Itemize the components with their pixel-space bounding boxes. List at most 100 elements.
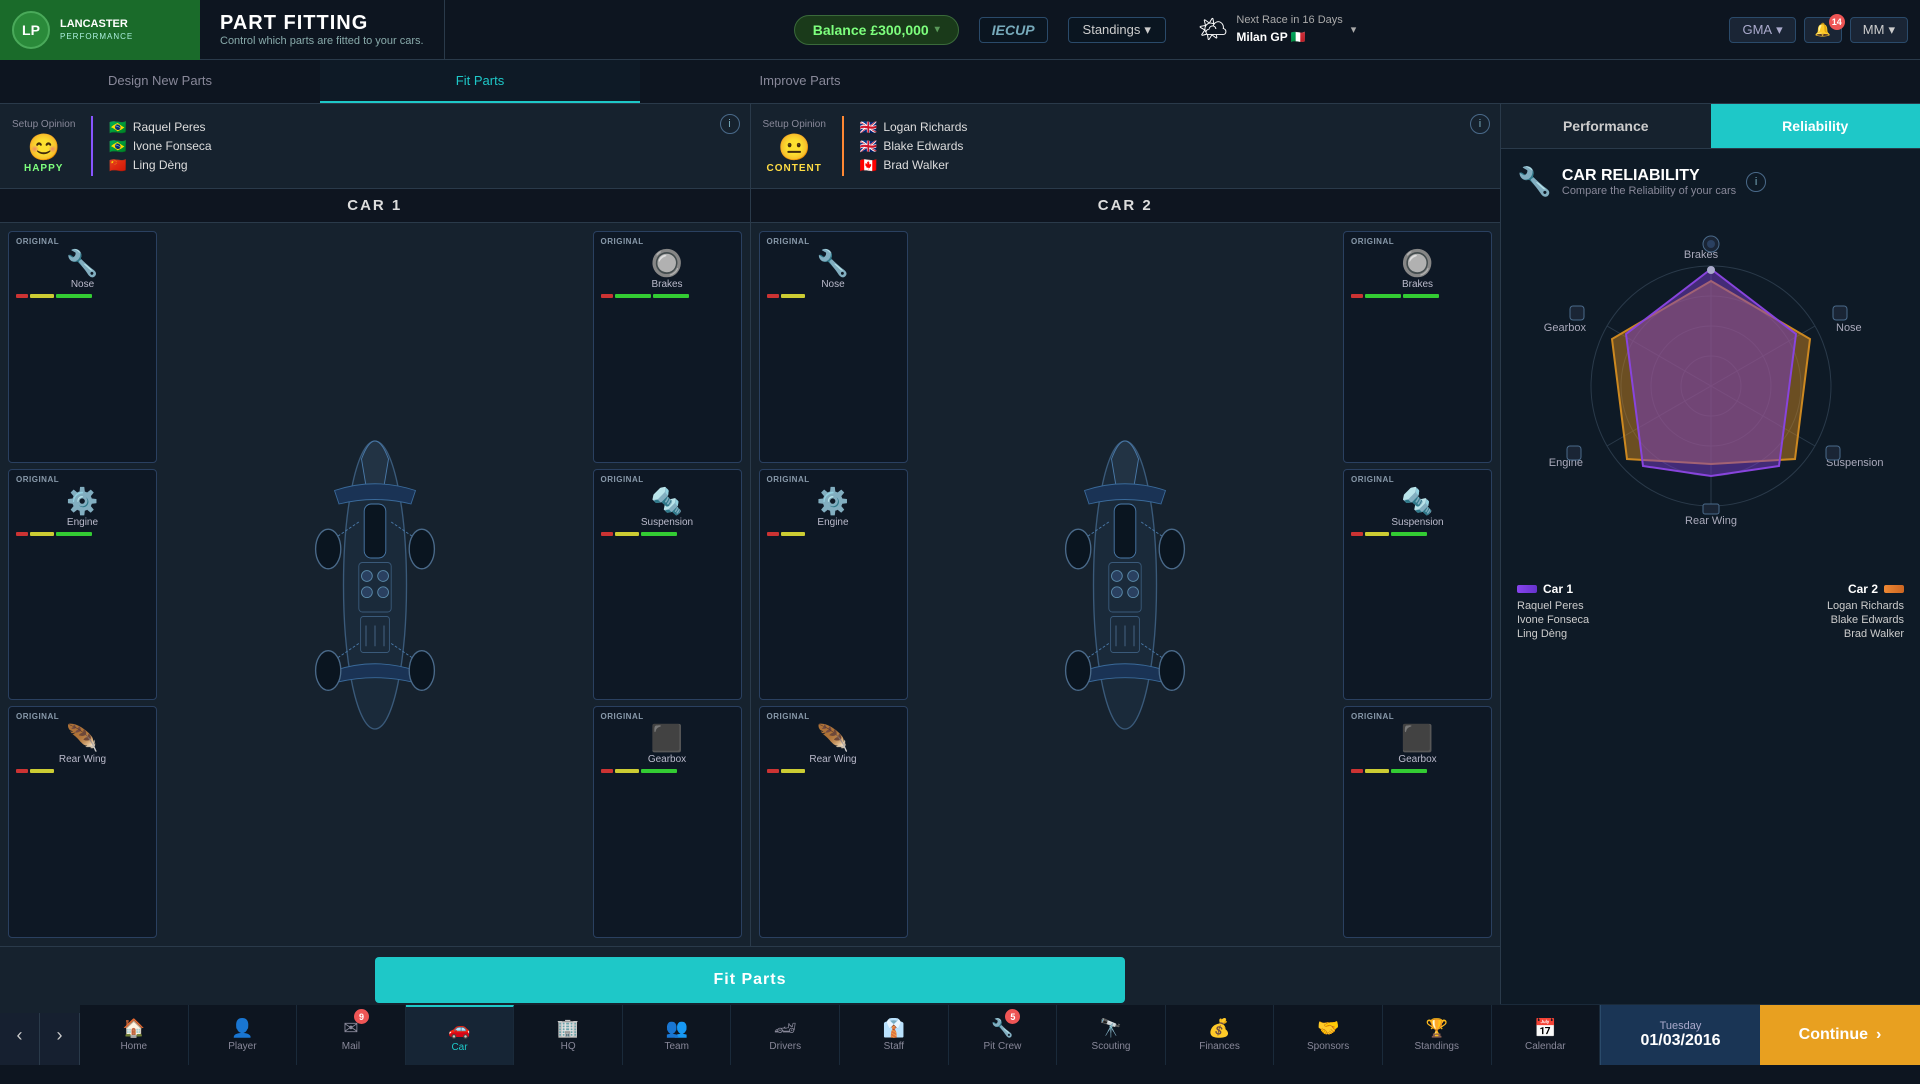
car2-brakes-card[interactable]: ORIGINAL 🔘 Brakes [1343,231,1492,463]
next-race-label: Next Race in 16 Days [1236,13,1342,28]
car2-rearwing-name: Rear Wing [809,754,856,765]
car2-parts-area: ORIGINAL 🔧 Nose ORIGINAL ⚙️ Engine [751,223,1501,946]
car1-parts-right: ORIGINAL 🔘 Brakes ORIGINAL 🔩 Suspension [585,223,750,946]
car1-mood-icon: 😊 [28,132,60,163]
legend-area: Car 1 Raquel Peres Ivone Fonseca Ling Dè… [1517,574,1904,648]
reliability-info-icon[interactable]: i [1746,172,1766,192]
standings-label: Standings [1083,22,1141,37]
car1-d2-flag: 🇧🇷 [109,138,126,155]
car1-header: Setup Opinion 😊 HAPPY 🇧🇷Raquel Peres 🇧🇷I… [0,104,751,188]
car2-engine-card[interactable]: ORIGINAL ⚙️ Engine [759,469,908,701]
tab-design-new-parts[interactable]: Design New Parts [0,60,320,103]
continue-button[interactable]: Continue › [1760,1005,1920,1065]
continue-arrow: › [1876,1026,1881,1044]
car2-d2-flag: 🇬🇧 [860,138,877,155]
nav-arrows: ‹ › [0,1005,80,1084]
user-arrow: ▾ [1888,22,1895,38]
logo-area: LP LANCASTER PERFORMANCE [0,0,200,60]
nav-prev-arrow[interactable]: ‹ [0,1005,40,1065]
car1-nose-card[interactable]: ORIGINAL 🔧 Nose [8,231,157,463]
car1-suspension-badge: ORIGINAL [601,475,644,484]
nav-player[interactable]: 👤 Player [189,1005,298,1065]
car2-d3-flag: 🇨🇦 [860,157,877,174]
car1-driver-list: 🇧🇷Raquel Peres 🇧🇷Ivone Fonseca 🇨🇳Ling Dè… [109,115,211,178]
car2-gearbox-bars [1351,769,1484,773]
finances-icon: 💰 [1208,1018,1230,1039]
radar-chart-area: Brakes Nose Suspension Rear Wing Engine … [1531,226,1891,546]
car2-nose-bars [767,294,900,298]
car1-suspension-card[interactable]: ORIGINAL 🔩 Suspension [593,469,742,701]
scouting-icon: 🔭 [1100,1018,1122,1039]
car2-legend-color [1884,585,1904,593]
nav-standings-label: Standings [1414,1041,1458,1052]
car1-rearwing-card[interactable]: ORIGINAL 🪶 Rear Wing [8,706,157,938]
car2-nose-name: Nose [821,279,844,290]
nav-staff[interactable]: 👔 Staff [840,1005,949,1065]
radar-label-gearbox: Gearbox [1543,322,1586,334]
right-panel: Performance Reliability 🔧 CAR RELIABILIT… [1500,104,1920,1004]
user-button[interactable]: MM ▾ [1850,17,1908,43]
nav-standings[interactable]: 🏆 Standings [1383,1005,1492,1065]
standings-icon: 🏆 [1426,1018,1448,1039]
car1-engine-card[interactable]: ORIGINAL ⚙️ Engine [8,469,157,701]
car1-gearbox-card[interactable]: ORIGINAL ⬛ Gearbox [593,706,742,938]
nav-calendar[interactable]: 📅 Calendar [1492,1005,1601,1065]
car2-rearwing-card[interactable]: ORIGINAL 🪶 Rear Wing [759,706,908,938]
nav-mail-label: Mail [342,1041,360,1052]
nav-scouting-label: Scouting [1092,1041,1131,1052]
standings-arrow: ▾ [1144,22,1151,38]
nav-calendar-label: Calendar [1525,1041,1566,1052]
car2-engine-badge: ORIGINAL [767,475,810,484]
tab-reliability[interactable]: Reliability [1711,104,1920,148]
logo-text-area: LANCASTER PERFORMANCE [60,18,133,40]
car1-legend-header: Car 1 [1517,582,1589,596]
gma-button[interactable]: GMA ▾ [1729,17,1795,43]
car1-nose-bars [16,294,149,298]
nav-pit-crew[interactable]: 🔧 Pit Crew 5 [949,1005,1058,1065]
car1-rearwing-badge: ORIGINAL [16,712,59,721]
car2-legend-d1: Logan Richards [1827,600,1904,612]
right-panel-tabs: Performance Reliability [1501,104,1920,149]
tab-performance[interactable]: Performance [1501,104,1711,148]
car1-brakes-card[interactable]: ORIGINAL 🔘 Brakes [593,231,742,463]
car2-gearbox-badge: ORIGINAL [1351,712,1394,721]
car2-nose-card[interactable]: ORIGINAL 🔧 Nose [759,231,908,463]
team-icon: 👥 [665,1018,687,1039]
car2-gearbox-card[interactable]: ORIGINAL ⬛ Gearbox [1343,706,1492,938]
tab-fit-parts[interactable]: Fit Parts [320,60,640,103]
player-icon: 👤 [231,1018,253,1039]
car1-info-icon[interactable]: i [720,114,740,134]
car1-nose-badge: ORIGINAL [16,237,59,246]
notifications-button[interactable]: 🔔 14 [1804,17,1842,43]
car2-driver-3: 🇨🇦Brad Walker [860,157,968,174]
drivers-icon: 🏎 [774,1018,797,1039]
car2-brakes-bars [1351,294,1484,298]
car1-d3-flag: 🇨🇳 [109,157,126,174]
balance-button[interactable]: Balance £300,000 ▾ [794,15,959,45]
user-label: MM [1863,22,1885,37]
fit-parts-button[interactable]: Fit Parts [375,957,1125,1003]
nav-next-arrow[interactable]: › [40,1005,80,1065]
tab-improve-parts[interactable]: Improve Parts [640,60,960,103]
nav-home[interactable]: 🏠 Home [80,1005,189,1065]
car2-engine-icon: ⚙️ [817,486,849,517]
nav-mail[interactable]: ✉ Mail 9 [297,1005,406,1065]
radar-svg: Brakes Nose Suspension Rear Wing Engine … [1531,226,1891,546]
cars-parts-area: ORIGINAL 🔧 Nose ORIGINAL ⚙️ Engine [0,223,1500,946]
car2-mood-icon: 😐 [778,132,810,163]
car1-engine-name: Engine [67,517,98,528]
gma-label: GMA [1742,22,1772,37]
nav-scouting[interactable]: 🔭 Scouting [1057,1005,1166,1065]
standings-button[interactable]: Standings ▾ [1068,17,1166,43]
reliability-header: 🔧 CAR RELIABILITY Compare the Reliabilit… [1517,165,1766,198]
nav-hq[interactable]: 🏢 HQ [514,1005,623,1065]
nav-drivers[interactable]: 🏎 Drivers [731,1005,840,1065]
nav-finances[interactable]: 💰 Finances [1166,1005,1275,1065]
nav-pitcrew-label: Pit Crew [984,1041,1022,1052]
nav-car[interactable]: 🚗 Car [406,1005,515,1065]
car2-rearwing-bars [767,769,900,773]
nav-team[interactable]: 👥 Team [623,1005,732,1065]
car2-suspension-card[interactable]: ORIGINAL 🔩 Suspension [1343,469,1492,701]
nav-sponsors[interactable]: 🤝 Sponsors [1274,1005,1383,1065]
car2-info-icon[interactable]: i [1470,114,1490,134]
